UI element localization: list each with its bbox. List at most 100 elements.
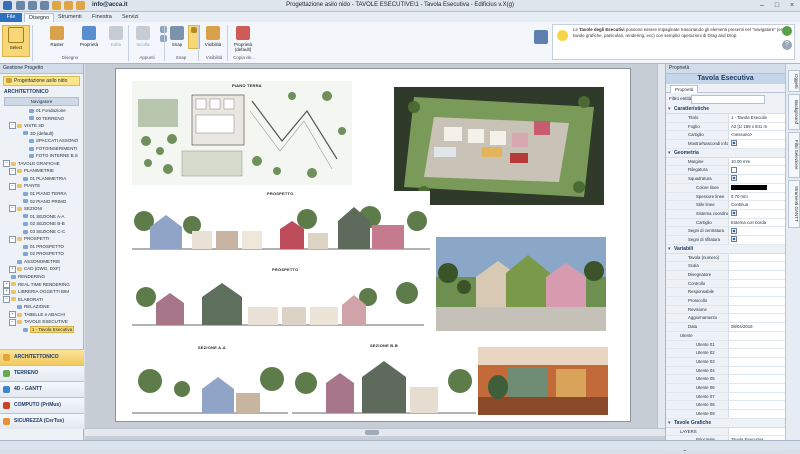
property-row[interactable]: Cartiglio <nessuno> xyxy=(666,131,785,141)
property-row[interactable]: Sistema coordinate n xyxy=(666,209,785,219)
section-bb-drawing[interactable]: SEZIONE B-B xyxy=(292,343,476,417)
tree-item[interactable]: 02 PIANO PRIMO xyxy=(0,198,83,206)
property-row[interactable]: Utente 02 xyxy=(666,349,785,358)
property-value-cell[interactable] xyxy=(728,140,785,148)
property-row[interactable]: Utente 04 xyxy=(666,366,785,376)
tree-item[interactable]: 01 SEZIONE A-A xyxy=(0,213,83,221)
property-value-cell[interactable] xyxy=(728,349,785,357)
property-row[interactable]: Responsabile xyxy=(666,288,785,298)
property-value-cell[interactable]: Continua xyxy=(728,201,785,209)
property-row[interactable]: Spessore linee 0.70 mm xyxy=(666,192,785,202)
side-tab-strumenti-gantt[interactable]: Strumenti GANTT xyxy=(788,180,800,228)
property-value-cell[interactable]: 10.00 mm xyxy=(728,157,785,166)
tree-item[interactable]: − VISTE 3D xyxy=(0,122,83,130)
tree-item[interactable]: − TAVOLE ESECUTIVE xyxy=(0,318,83,326)
property-value-cell[interactable] xyxy=(728,235,785,244)
tab-file[interactable]: File xyxy=(0,13,22,22)
sheet[interactable]: PIANO TERRA PROSPETTO PROSPETTO SEZIONE … xyxy=(115,68,631,422)
property-value-cell[interactable] xyxy=(728,383,785,392)
tree-toggle-icon[interactable]: − xyxy=(3,160,10,168)
tree-item[interactable]: RENDERING xyxy=(0,273,83,281)
tree-toggle-icon[interactable]: − xyxy=(9,318,16,326)
property-checkbox[interactable] xyxy=(731,140,737,147)
property-value-cell[interactable] xyxy=(728,209,785,218)
new-icon[interactable] xyxy=(16,1,25,10)
side-tab-filtri-selezione[interactable]: Filtri Selezione xyxy=(788,132,800,178)
property-row[interactable]: Scala xyxy=(666,262,785,271)
property-row[interactable]: Utente xyxy=(666,331,785,341)
visibility-button[interactable]: Visibilità xyxy=(200,25,226,55)
tree-item[interactable]: + TABELLE e ABACHI xyxy=(0,311,83,319)
property-row[interactable]: Rilegatura xyxy=(666,166,785,176)
perspective-render-image[interactable] xyxy=(436,237,606,331)
tree-item[interactable]: 1 - Tavola Esecutiva xyxy=(0,325,83,334)
tree-item[interactable]: 01 Fondazione xyxy=(0,107,83,115)
property-value-cell[interactable] xyxy=(728,253,785,262)
category-architettonico[interactable]: ARCHITETTONICO xyxy=(0,349,84,365)
property-row[interactable]: Stile linee Continua xyxy=(666,201,785,210)
property-value-cell[interactable] xyxy=(728,410,785,418)
tree-toggle-icon[interactable]: − xyxy=(9,122,16,130)
property-row[interactable]: Aggiornamento xyxy=(666,314,785,324)
property-row[interactable]: Utente 01 xyxy=(666,340,785,350)
property-value-cell[interactable] xyxy=(728,271,785,279)
tree-item[interactable]: + REAL TIME RENDERING xyxy=(0,280,83,289)
raster-button[interactable]: Raster xyxy=(44,25,70,55)
property-row[interactable]: Foglio A2 [1/ 189 x 841 m xyxy=(666,122,785,132)
property-value-cell[interactable] xyxy=(728,279,785,288)
tree-toggle-icon[interactable]: − xyxy=(9,235,16,243)
tree-item[interactable]: + LIBRERIA OGGETTI BIM xyxy=(0,288,83,296)
site-plan-drawing[interactable]: PIANO TERRA xyxy=(132,81,352,185)
tab-proprieta[interactable]: Proprietà xyxy=(670,85,699,93)
category-computo-primus[interactable]: COMPUTO (PriMus) xyxy=(0,397,84,413)
help-icon[interactable]: ? xyxy=(782,40,792,50)
tab-strumenti[interactable]: Strumenti xyxy=(54,13,86,22)
property-row[interactable]: Utente 07 xyxy=(666,392,785,402)
minimize-button[interactable]: – xyxy=(755,1,769,10)
tab-finestra[interactable]: Finestra xyxy=(88,13,116,22)
property-row[interactable]: Disegnatore xyxy=(666,271,785,280)
property-group-header[interactable]: Variabili xyxy=(666,245,785,254)
tree-toggle-icon[interactable]: − xyxy=(9,182,16,190)
property-value-cell[interactable]: Esterna con borda xyxy=(728,218,785,227)
property-row[interactable]: Cartiglio Esterna con borda xyxy=(666,218,785,228)
property-value-cell[interactable] xyxy=(728,401,785,409)
property-row[interactable]: Data 08/04/2019 xyxy=(666,323,785,332)
category-sicurezza-certus[interactable]: SICUREZZA (CerTus) xyxy=(0,413,84,429)
tree-item[interactable]: − TAVOLE GRAFICHE xyxy=(0,160,83,168)
tree-item[interactable]: − PIANTE xyxy=(0,182,83,190)
property-row[interactable]: Segni di rifilatura xyxy=(666,235,785,245)
tree-item[interactable]: 01 PLANIMETRIA xyxy=(0,175,83,183)
tab-servizi[interactable]: Servizi xyxy=(118,13,143,22)
property-value-cell[interactable] xyxy=(728,314,785,323)
property-value[interactable]: 08/04/2019 xyxy=(731,324,753,329)
property-value[interactable]: Continua xyxy=(731,202,748,207)
property-row[interactable]: Titolo 1 - Tavola Esecutiv xyxy=(666,114,785,123)
update-icon[interactable] xyxy=(782,26,792,36)
property-value[interactable]: A2 [1/ 189 x 841 m xyxy=(731,124,767,129)
paste-button[interactable]: Incolla xyxy=(130,25,156,55)
side-tab-background[interactable]: Background xyxy=(788,94,800,130)
property-value-cell[interactable]: 08/04/2019 xyxy=(728,323,785,331)
tree-toggle-icon[interactable]: − xyxy=(3,295,10,303)
property-checkbox[interactable] xyxy=(731,210,737,217)
property-value-cell[interactable] xyxy=(728,340,785,349)
tree-toggle-icon[interactable]: + xyxy=(3,280,10,288)
aerial-render-image[interactable] xyxy=(394,87,604,205)
property-row[interactable]: Segni di centratura xyxy=(666,227,785,236)
property-row[interactable]: Protocollo xyxy=(666,297,785,306)
tree-item[interactable]: FOTOINSERIMENTI xyxy=(0,145,83,153)
project-name[interactable]: Progettazione asilo nido xyxy=(3,76,80,86)
select-button[interactable]: Select xyxy=(2,25,30,57)
property-row[interactable]: Margine 10.00 mm xyxy=(666,157,785,167)
property-value-cell[interactable] xyxy=(728,305,785,314)
property-row[interactable]: Revisione xyxy=(666,305,785,315)
tree-item[interactable]: RELAZIONE xyxy=(0,303,83,311)
property-value[interactable]: Esterna con borda xyxy=(731,220,766,225)
line-color-swatch[interactable] xyxy=(731,185,767,191)
property-value-cell[interactable] xyxy=(728,262,785,270)
property-row[interactable]: Utente 08 xyxy=(666,401,785,410)
property-value[interactable]: 10.00 mm xyxy=(731,159,750,164)
property-value-cell[interactable] xyxy=(728,288,785,297)
property-value-cell[interactable]: 1 - Tavola Esecutiv xyxy=(728,114,785,122)
